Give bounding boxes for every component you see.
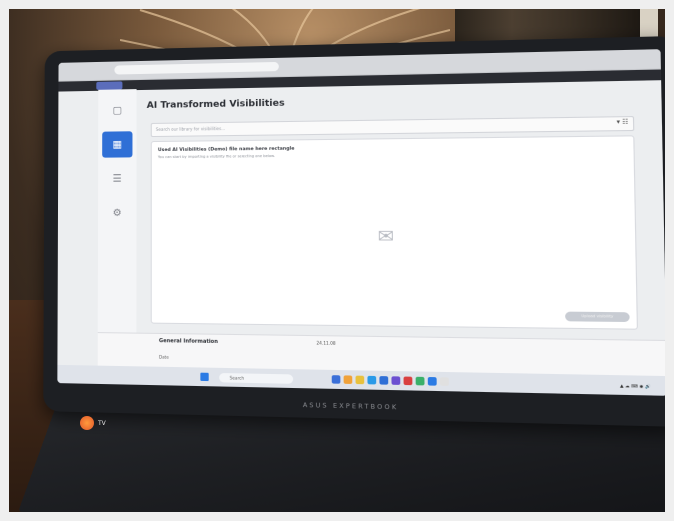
- general-info-footer: Date: [158, 354, 169, 360]
- taskbar-app-icon[interactable]: [343, 375, 353, 384]
- taskbar-app-icon[interactable]: [355, 375, 365, 385]
- folder-icon: ▢: [112, 104, 123, 117]
- taskbar-app-icon[interactable]: [415, 376, 425, 386]
- taskbar-app-icon[interactable]: [403, 376, 413, 386]
- grid-icon: ▦: [112, 138, 123, 151]
- system-tray[interactable]: ▲ ☁ ⌨ ◉ 🔊: [620, 382, 651, 388]
- laptop-screen: ▢ ▦ ☰ ⚙ AI Transformed Visibilities Sear…: [57, 49, 668, 396]
- upload-visibility-button[interactable]: Upload visibility: [565, 311, 630, 323]
- taskbar-search[interactable]: Search: [219, 372, 294, 384]
- list-icon: ☰: [112, 173, 122, 185]
- weather-widget[interactable]: TV: [80, 416, 106, 430]
- sort-toggle-icon[interactable]: ▾ ☷: [616, 118, 628, 126]
- start-button[interactable]: [200, 372, 209, 382]
- search-placeholder: Search our library for visibilities...: [155, 125, 226, 132]
- taskbar-app-icon[interactable]: [427, 376, 437, 386]
- photo-scene: ▢ ▦ ☰ ⚙ AI Transformed Visibilities Sear…: [0, 0, 674, 521]
- address-bar[interactable]: [114, 61, 279, 75]
- weather-label: TV: [98, 419, 106, 427]
- taskbar-apps: [331, 375, 449, 386]
- weather-sun-icon: [80, 416, 94, 430]
- general-info-title: General Information: [158, 338, 218, 346]
- gear-icon: ⚙: [112, 207, 122, 219]
- page-title: AI Transformed Visibilities: [146, 98, 285, 111]
- taskbar-app-icon[interactable]: [331, 375, 341, 384]
- search-input[interactable]: Search our library for visibilities... ▾…: [150, 116, 635, 138]
- taskbar-app-icon[interactable]: [367, 375, 377, 385]
- sidebar: ▢ ▦ ☰ ⚙: [97, 89, 137, 340]
- visibility-card: Used AI Visibilities (Demo) file name he…: [150, 135, 638, 330]
- sidebar-item-visibilities[interactable]: ▦: [102, 131, 133, 158]
- taskbar-app-icon[interactable]: [439, 377, 449, 386]
- sidebar-item-project[interactable]: ▢: [102, 97, 132, 123]
- app-body: ▢ ▦ ☰ ⚙ AI Transformed Visibilities Sear…: [57, 79, 668, 396]
- main-content: AI Transformed Visibilities Search our l…: [143, 86, 645, 330]
- taskbar-app-icon[interactable]: [379, 376, 389, 385]
- empty-state-icon: ✉: [377, 225, 395, 248]
- taskbar-app-icon[interactable]: [391, 376, 401, 385]
- general-info-value: 24.11.08: [316, 340, 336, 346]
- sidebar-item-resources[interactable]: ☰: [102, 165, 132, 191]
- sidebar-item-settings[interactable]: ⚙: [102, 200, 132, 226]
- laptop-lid: ▢ ▦ ☰ ⚙ AI Transformed Visibilities Sear…: [43, 35, 674, 427]
